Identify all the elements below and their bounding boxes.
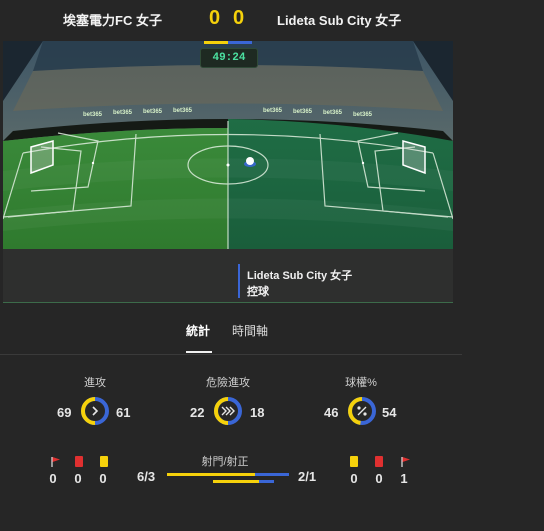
clock-home-bar [204,41,228,44]
yellow-card-icon [350,456,358,467]
corner-flag-icon [401,457,410,467]
svg-text:bet365: bet365 [173,108,193,114]
home-score: 0 [209,7,221,29]
home-red-cards-count: 0 [74,471,82,486]
active-tab-indicator [186,351,212,353]
shots-label: 射門/射正 [201,456,249,468]
away-shots-bar [255,473,289,476]
event-panel: Lideta Sub City 女子 控球 [3,249,453,303]
svg-text:bet365: bet365 [83,112,103,118]
attacks-label: 進攻 [84,377,106,389]
away-shots-value: 2/1 [298,469,317,484]
chevron-right-icon [92,406,99,416]
svg-text:bet365: bet365 [353,112,373,118]
tab-timeline[interactable]: 時間軸 [232,322,268,339]
event-action: 控球 [247,286,269,298]
match-clock: 49:24 [200,48,258,68]
possession-label: 球權% [345,377,377,389]
pitch-graphic: bet365 bet365 bet365 bet365 bet365 bet365 b… [3,41,453,249]
dangerous-attacks-away-value: 18 [250,405,265,420]
home-on-target-bar [213,480,259,483]
svg-text:bet365: bet365 [143,109,163,115]
match-header: 埃塞電力FC 女子 0 0 Lideta Sub City 女子 [0,0,462,36]
tab-stats[interactable]: 統計 [186,322,210,339]
svg-text:bet365: bet365 [113,110,133,116]
possession-home-value: 46 [324,405,339,420]
tab-bar: 統計 時間軸 [0,320,462,355]
percent-icon [357,406,367,416]
pitch-visualization: bet365 bet365 bet365 bet365 bet365 bet365 b… [3,41,453,249]
away-on-target-bar [259,480,274,483]
corner-flag-icon [51,457,60,467]
home-shots-bar [167,473,255,476]
away-corners-count: 1 [400,471,408,486]
possession-away-value: 54 [382,405,397,420]
svg-text:bet365: bet365 [263,108,283,114]
home-team-name: 埃塞電力FC 女子 [63,13,162,28]
red-card-icon [375,456,383,467]
away-red-cards-count: 0 [375,471,383,486]
home-yellow-cards-count: 0 [99,471,107,486]
red-card-icon [75,456,83,467]
attacks-home-value: 69 [57,405,72,420]
away-score: 0 [233,7,245,29]
away-team-name: Lideta Sub City 女子 [277,13,402,28]
attacks-away-value: 61 [116,405,131,420]
yellow-card-icon [100,456,108,467]
home-shots-value: 6/3 [137,469,156,484]
event-team-marker [238,264,240,298]
home-corners-count: 0 [49,471,57,486]
away-yellow-cards-count: 0 [350,471,358,486]
clock-away-bar [228,41,252,44]
triple-chevron-icon [221,406,235,416]
svg-text:bet365: bet365 [323,110,343,116]
dangerous-attacks-label: 危險進攻 [206,377,250,389]
event-team-name: Lideta Sub City 女子 [247,270,353,282]
svg-text:bet365: bet365 [293,109,313,115]
dangerous-attacks-home-value: 22 [190,405,205,420]
